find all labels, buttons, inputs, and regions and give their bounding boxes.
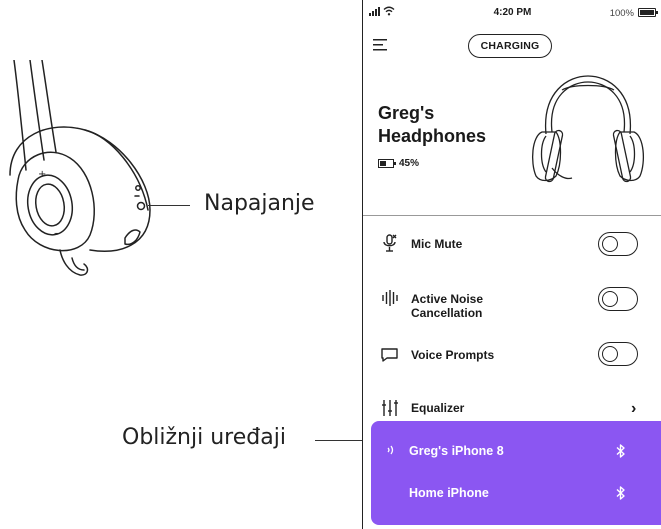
status-battery-percent: 100% <box>609 8 634 19</box>
voice-prompts-toggle[interactable] <box>598 342 638 366</box>
setting-row-anc: Active Noise Cancellation <box>363 285 661 325</box>
setting-row-equalizer[interactable]: Equalizer <box>363 398 661 420</box>
anc-label: Active Noise Cancellation <box>411 292 483 320</box>
noise-cancellation-icon <box>382 290 398 306</box>
anc-label-line2: Cancellation <box>411 306 483 320</box>
status-bar: 4:20 PM 100% <box>363 0 661 24</box>
voice-prompts-label: Voice Prompts <box>411 348 495 362</box>
bluetooth-icon <box>616 444 625 458</box>
chevron-right-icon[interactable]: › <box>631 400 636 418</box>
section-divider <box>363 215 661 216</box>
battery-half-icon <box>378 159 396 168</box>
nearby-device-name-1: Greg's iPhone 8 <box>409 444 504 458</box>
svg-text:–: – <box>54 228 59 239</box>
nearby-device-row-1[interactable]: Greg's iPhone 8 <box>371 441 661 471</box>
mic-mute-icon <box>383 234 397 252</box>
equalizer-icon <box>382 400 398 416</box>
menu-icon[interactable] <box>373 38 389 52</box>
connected-audio-icon <box>387 445 394 455</box>
nearby-devices-callout-label: Obližnji uređaji <box>122 425 286 450</box>
equalizer-label: Equalizer <box>411 401 465 415</box>
battery-full-icon <box>638 8 658 17</box>
setting-row-voice-prompts: Voice Prompts <box>363 342 661 382</box>
nearby-device-row-2[interactable]: Home iPhone <box>371 483 661 513</box>
nearby-device-name-2: Home iPhone <box>409 486 489 500</box>
headset-earcup-illustration: + – <box>9 60 151 276</box>
power-callout-line <box>148 205 190 206</box>
device-name: Greg's Headphones <box>378 102 518 148</box>
device-name-line2: Headphones <box>378 126 487 146</box>
device-name-line1: Greg's <box>378 103 435 123</box>
mic-mute-label: Mic Mute <box>411 237 463 251</box>
svg-text:+: + <box>38 169 46 180</box>
power-callout-label: Napajanje <box>204 191 315 216</box>
setting-row-mic-mute: Mic Mute <box>363 232 661 272</box>
device-battery-percent: 45% <box>399 158 420 169</box>
device-battery: 45% <box>378 158 419 169</box>
charging-status-button[interactable]: CHARGING <box>468 34 552 58</box>
anc-label-line1: Active Noise <box>411 292 484 306</box>
headphones-illustration <box>531 75 645 183</box>
nearby-devices-panel: Greg's iPhone 8 Home iPhone <box>371 421 661 525</box>
voice-prompts-icon <box>381 348 398 362</box>
mic-mute-toggle[interactable] <box>598 232 638 256</box>
anc-toggle[interactable] <box>598 287 638 311</box>
phone-screen: 4:20 PM 100% CHARGING Greg's Headphones … <box>362 0 661 529</box>
bluetooth-icon <box>616 486 625 500</box>
